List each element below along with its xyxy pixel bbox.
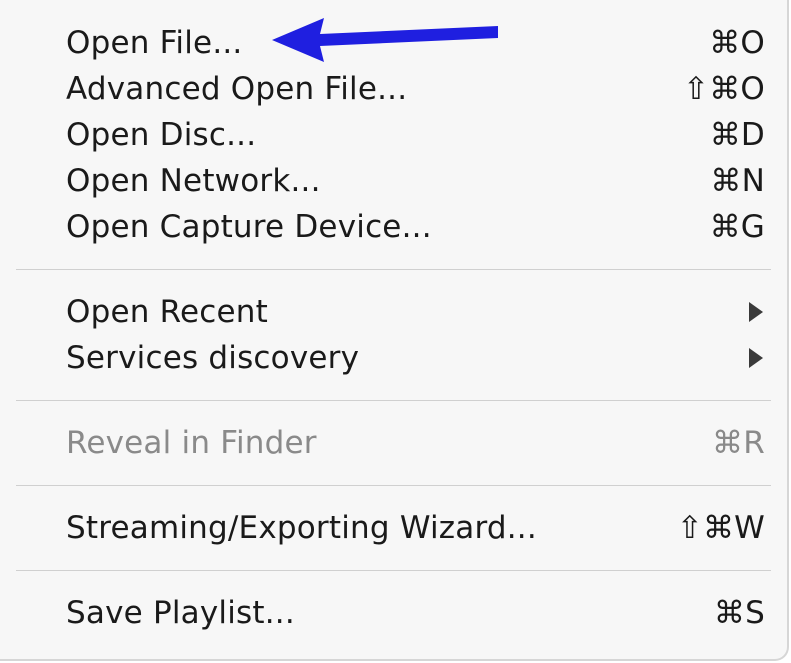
menu-item-label: Advanced Open File... (66, 71, 408, 107)
menu-item-label: Open Recent (66, 294, 268, 330)
menu-item-open-file[interactable]: Open File... ⌘O (0, 20, 787, 66)
menu-item-label: Open Capture Device... (66, 209, 432, 245)
menu-item-shortcut: ⌘O (709, 25, 765, 61)
menu-group-recent: Open Recent Services discovery (0, 289, 787, 381)
menu-item-shortcut: ⌘S (713, 595, 765, 631)
menu-item-label: Streaming/Exporting Wizard... (66, 510, 537, 546)
menu-item-save-playlist[interactable]: Save Playlist... ⌘S (0, 590, 787, 636)
menu-item-shortcut: ⌘R (712, 425, 765, 461)
menu-item-label: Reveal in Finder (66, 425, 317, 461)
menu-item-label: Open File... (66, 25, 243, 61)
menu-item-reveal-in-finder: Reveal in Finder ⌘R (0, 420, 787, 466)
menu-item-open-disc[interactable]: Open Disc... ⌘D (0, 112, 787, 158)
menu-item-label: Open Disc... (66, 117, 257, 153)
menu-item-label: Save Playlist... (66, 595, 295, 631)
menu-separator (16, 570, 771, 571)
menu-group-streaming: Streaming/Exporting Wizard... ⇧⌘W (0, 505, 787, 551)
menu-item-open-capture-device[interactable]: Open Capture Device... ⌘G (0, 204, 787, 250)
menu-group-open: Open File... ⌘O Advanced Open File... ⇧⌘… (0, 20, 787, 250)
menu-separator (16, 485, 771, 486)
submenu-arrow-icon (749, 348, 763, 368)
menu-item-streaming-wizard[interactable]: Streaming/Exporting Wizard... ⇧⌘W (0, 505, 787, 551)
menu-item-advanced-open-file[interactable]: Advanced Open File... ⇧⌘O (0, 66, 787, 112)
file-menu: Open File... ⌘O Advanced Open File... ⇧⌘… (0, 0, 789, 661)
menu-group-reveal: Reveal in Finder ⌘R (0, 420, 787, 466)
menu-separator (16, 269, 771, 270)
menu-item-services-discovery[interactable]: Services discovery (0, 335, 787, 381)
menu-item-shortcut: ⌘N (710, 163, 765, 199)
menu-item-label: Services discovery (66, 340, 360, 376)
menu-item-label: Open Network... (66, 163, 321, 199)
menu-item-shortcut: ⇧⌘O (683, 71, 765, 107)
menu-separator (16, 400, 771, 401)
menu-item-open-network[interactable]: Open Network... ⌘N (0, 158, 787, 204)
menu-item-shortcut: ⇧⌘W (676, 510, 765, 546)
menu-group-playlist: Save Playlist... ⌘S (0, 590, 787, 636)
menu-item-shortcut: ⌘D (709, 117, 765, 153)
menu-item-open-recent[interactable]: Open Recent (0, 289, 787, 335)
submenu-arrow-icon (749, 302, 763, 322)
menu-item-shortcut: ⌘G (709, 209, 765, 245)
